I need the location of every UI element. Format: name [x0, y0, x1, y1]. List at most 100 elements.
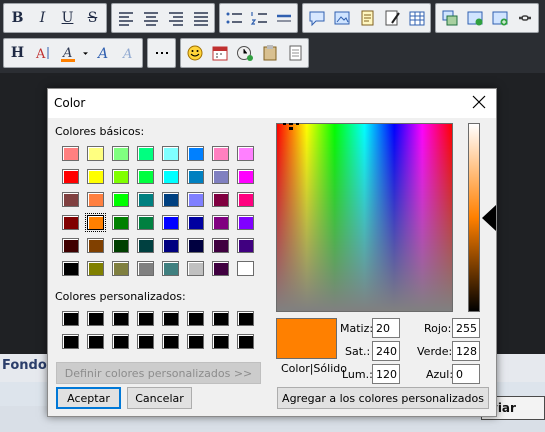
- custom-color-swatch[interactable]: [108, 307, 133, 330]
- custom-color-swatch[interactable]: [208, 330, 233, 353]
- basic-color-swatch[interactable]: [158, 188, 183, 211]
- basic-color-swatch[interactable]: [108, 188, 133, 211]
- font-style-icon[interactable]: A: [91, 40, 116, 66]
- basic-color-swatch[interactable]: [108, 211, 133, 234]
- custom-color-swatch[interactable]: [183, 330, 208, 353]
- lum-field[interactable]: 120: [372, 364, 400, 384]
- red-field[interactable]: 255: [452, 318, 480, 338]
- basic-color-swatch[interactable]: [183, 211, 208, 234]
- image-link-icon[interactable]: [329, 5, 354, 31]
- edit-note-icon[interactable]: [379, 5, 404, 31]
- dropdown-arrow-icon[interactable]: [80, 40, 91, 66]
- basic-color-swatch[interactable]: [58, 165, 83, 188]
- basic-color-swatch[interactable]: [158, 234, 183, 257]
- basic-color-swatch[interactable]: [58, 142, 83, 165]
- numbered-list-icon[interactable]: [246, 5, 271, 31]
- basic-color-swatch[interactable]: [133, 257, 158, 280]
- basic-color-swatch[interactable]: [108, 142, 133, 165]
- basic-color-swatch[interactable]: [183, 257, 208, 280]
- basic-color-swatch[interactable]: [58, 188, 83, 211]
- basic-color-swatch[interactable]: [108, 257, 133, 280]
- basic-color-swatch[interactable]: [83, 211, 108, 234]
- basic-color-swatch[interactable]: [83, 188, 108, 211]
- time-icon[interactable]: [232, 40, 257, 66]
- custom-color-swatch[interactable]: [108, 330, 133, 353]
- horizontal-rule-icon[interactable]: [271, 5, 296, 31]
- paste-icon[interactable]: [257, 40, 282, 66]
- insert-row-icon[interactable]: [462, 5, 487, 31]
- basic-color-swatch[interactable]: [208, 211, 233, 234]
- basic-color-swatch[interactable]: [208, 142, 233, 165]
- crosshair-icon[interactable]: [283, 123, 299, 131]
- underline-icon[interactable]: U: [55, 5, 80, 31]
- custom-color-swatch[interactable]: [208, 307, 233, 330]
- basic-color-swatch[interactable]: [133, 234, 158, 257]
- bulleted-list-icon[interactable]: [221, 5, 246, 31]
- basic-color-swatch[interactable]: [108, 234, 133, 257]
- add-to-custom-colors-button[interactable]: Agregar a los colores personalizados: [277, 387, 489, 409]
- comment-icon[interactable]: [304, 5, 329, 31]
- hue-field[interactable]: 20: [372, 318, 400, 338]
- basic-color-swatch[interactable]: [233, 142, 258, 165]
- basic-color-swatch[interactable]: [108, 165, 133, 188]
- custom-color-swatch[interactable]: [58, 307, 83, 330]
- font-color-icon[interactable]: A: [55, 40, 80, 66]
- custom-color-swatch[interactable]: [233, 330, 258, 353]
- align-center-icon[interactable]: [138, 5, 163, 31]
- custom-color-swatch[interactable]: [133, 307, 158, 330]
- define-custom-colors-button[interactable]: Definir colores personalizados >>: [56, 362, 261, 384]
- plain-text-icon[interactable]: [282, 40, 307, 66]
- basic-color-swatch[interactable]: [233, 165, 258, 188]
- sat-field[interactable]: 240: [372, 341, 400, 361]
- custom-color-swatch[interactable]: [83, 307, 108, 330]
- add-item-icon[interactable]: [487, 5, 512, 31]
- basic-color-swatch[interactable]: [158, 165, 183, 188]
- copy-format-icon[interactable]: [437, 5, 462, 31]
- luminosity-bar[interactable]: [468, 123, 480, 312]
- link-icon[interactable]: [512, 5, 537, 31]
- basic-color-swatch[interactable]: [83, 234, 108, 257]
- basic-color-swatch[interactable]: [208, 165, 233, 188]
- align-right-icon[interactable]: [163, 5, 188, 31]
- basic-color-swatch[interactable]: [233, 257, 258, 280]
- basic-color-swatch[interactable]: [208, 188, 233, 211]
- basic-color-swatch[interactable]: [158, 142, 183, 165]
- basic-color-swatch[interactable]: [83, 165, 108, 188]
- italic-icon[interactable]: I: [30, 5, 55, 31]
- green-field[interactable]: 128: [452, 341, 480, 361]
- basic-color-swatch[interactable]: [183, 142, 208, 165]
- align-left-icon[interactable]: [113, 5, 138, 31]
- basic-color-swatch[interactable]: [83, 142, 108, 165]
- note-icon[interactable]: [354, 5, 379, 31]
- calendar-icon[interactable]: [207, 40, 232, 66]
- basic-color-swatch[interactable]: [58, 257, 83, 280]
- custom-color-swatch[interactable]: [58, 330, 83, 353]
- emoticon-icon[interactable]: [182, 40, 207, 66]
- accept-button[interactable]: Aceptar: [56, 387, 121, 409]
- basic-color-swatch[interactable]: [158, 211, 183, 234]
- custom-color-swatch[interactable]: [233, 307, 258, 330]
- basic-color-swatch[interactable]: [183, 234, 208, 257]
- basic-color-swatch[interactable]: [208, 234, 233, 257]
- basic-color-swatch[interactable]: [183, 165, 208, 188]
- close-icon[interactable]: [472, 95, 486, 109]
- custom-color-swatch[interactable]: [183, 307, 208, 330]
- color-spectrum[interactable]: [276, 123, 453, 312]
- cancel-button[interactable]: Cancelar: [127, 387, 192, 409]
- blue-field[interactable]: 0: [452, 364, 480, 384]
- heading-icon[interactable]: H: [5, 40, 30, 66]
- basic-color-swatch[interactable]: [133, 142, 158, 165]
- custom-color-swatch[interactable]: [83, 330, 108, 353]
- text-size-icon[interactable]: A: [30, 40, 55, 66]
- basic-color-swatch[interactable]: [183, 188, 208, 211]
- basic-color-swatch[interactable]: [133, 165, 158, 188]
- custom-color-swatch[interactable]: [158, 307, 183, 330]
- table-icon[interactable]: [404, 5, 429, 31]
- basic-color-swatch[interactable]: [58, 234, 83, 257]
- align-justify-icon[interactable]: [188, 5, 213, 31]
- basic-color-swatch[interactable]: [233, 234, 258, 257]
- strikethrough-icon[interactable]: S: [80, 5, 105, 31]
- basic-color-swatch[interactable]: [133, 188, 158, 211]
- luminosity-arrow-icon[interactable]: [482, 205, 496, 231]
- basic-color-swatch[interactable]: [158, 257, 183, 280]
